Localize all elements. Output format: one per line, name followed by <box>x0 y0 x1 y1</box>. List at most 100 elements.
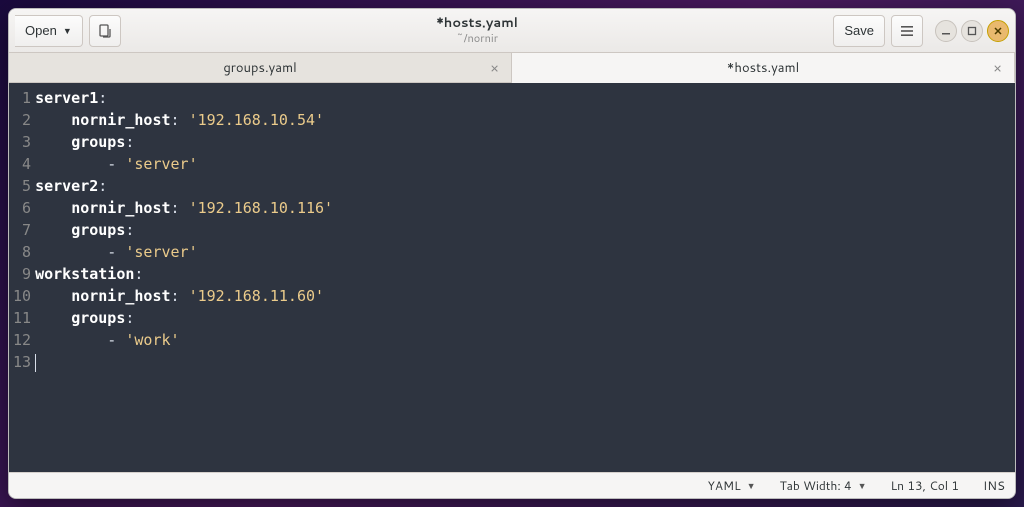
code-token: '192.168.10.54' <box>189 111 324 129</box>
code-token: - <box>35 243 125 261</box>
code-token: nornir_host <box>71 199 170 217</box>
close-button[interactable] <box>987 20 1009 42</box>
gutter-line: 13 <box>13 351 31 373</box>
code-token: : <box>98 177 107 195</box>
code-token: - <box>35 331 125 349</box>
code-line[interactable]: workstation: <box>35 263 1015 285</box>
code-line[interactable]: - 'server' <box>35 241 1015 263</box>
line-gutter: 12345678910111213 <box>9 83 35 472</box>
gutter-line: 3 <box>13 131 31 153</box>
code-line[interactable]: groups: <box>35 219 1015 241</box>
code-line[interactable]: server1: <box>35 87 1015 109</box>
status-bar: YAML ▼ Tab Width: 4 ▼ Ln 13, Col 1 INS <box>9 472 1015 498</box>
code-token <box>35 309 71 327</box>
code-line[interactable]: - 'server' <box>35 153 1015 175</box>
close-icon <box>993 26 1003 36</box>
editor-area[interactable]: 12345678910111213 server1: nornir_host: … <box>9 83 1015 472</box>
dropdown-icon: ▼ <box>858 479 867 492</box>
open-button[interactable]: Open ▼ <box>15 15 83 47</box>
code-token: : <box>171 287 189 305</box>
code-token: nornir_host <box>71 111 170 129</box>
minimize-icon <box>941 26 951 36</box>
minimize-button[interactable] <box>935 20 957 42</box>
hamburger-icon <box>900 24 914 38</box>
gutter-line: 1 <box>13 87 31 109</box>
tab-width-selector[interactable]: Tab Width: 4 ▼ <box>780 477 867 494</box>
language-label: YAML <box>707 477 740 494</box>
gutter-line: 4 <box>13 153 31 175</box>
code-line[interactable]: groups: <box>35 131 1015 153</box>
code-content[interactable]: server1: nornir_host: '192.168.10.54' gr… <box>35 83 1015 472</box>
code-token: : <box>98 89 107 107</box>
gutter-line: 6 <box>13 197 31 219</box>
window-subtitle-text: ~/nornir <box>127 32 828 45</box>
maximize-icon <box>967 26 977 36</box>
chevron-down-icon: ▼ <box>63 26 72 36</box>
code-token <box>35 221 71 239</box>
code-token: 'work' <box>125 331 179 349</box>
dropdown-icon: ▼ <box>747 479 756 492</box>
code-line[interactable]: server2: <box>35 175 1015 197</box>
code-token <box>35 133 71 151</box>
code-token: : <box>171 111 189 129</box>
tab-label: *hosts.yaml <box>727 59 799 77</box>
tab-close-icon[interactable]: × <box>989 56 1006 80</box>
save-button[interactable]: Save <box>833 15 885 47</box>
language-selector[interactable]: YAML ▼ <box>707 477 755 494</box>
code-token: groups <box>71 221 125 239</box>
tab-close-icon[interactable]: × <box>486 56 503 80</box>
tab-label: groups.yaml <box>223 59 296 77</box>
code-line[interactable]: nornir_host: '192.168.11.60' <box>35 285 1015 307</box>
code-line[interactable]: nornir_host: '192.168.10.116' <box>35 197 1015 219</box>
code-token: server2 <box>35 177 98 195</box>
new-document-icon <box>97 23 113 39</box>
gutter-line: 12 <box>13 329 31 351</box>
tab-width-label: Tab Width: 4 <box>780 477 852 494</box>
code-token: '192.168.10.116' <box>189 199 334 217</box>
code-token: workstation <box>35 265 134 283</box>
code-token <box>35 199 71 217</box>
tab-bar: groups.yaml × *hosts.yaml × <box>9 53 1015 83</box>
code-token: nornir_host <box>71 287 170 305</box>
insert-mode[interactable]: INS <box>983 477 1005 494</box>
maximize-button[interactable] <box>961 20 983 42</box>
tab-0[interactable]: groups.yaml × <box>9 53 512 82</box>
save-button-label: Save <box>844 23 874 38</box>
text-cursor <box>35 354 36 372</box>
gutter-line: 5 <box>13 175 31 197</box>
open-button-label: Open <box>25 23 57 38</box>
code-token: : <box>171 199 189 217</box>
editor-window: Open ▼ *hosts.yaml ~/nornir Save <box>8 8 1016 499</box>
code-token: '192.168.11.60' <box>189 287 324 305</box>
gutter-line: 8 <box>13 241 31 263</box>
titlebar: Open ▼ *hosts.yaml ~/nornir Save <box>9 9 1015 53</box>
window-title: *hosts.yaml ~/nornir <box>127 16 828 45</box>
code-line[interactable]: nornir_host: '192.168.10.54' <box>35 109 1015 131</box>
code-line[interactable]: - 'work' <box>35 329 1015 351</box>
code-line[interactable] <box>35 351 1015 373</box>
code-token: groups <box>71 133 125 151</box>
code-token: : <box>125 221 134 239</box>
gutter-line: 7 <box>13 219 31 241</box>
cursor-position-label: Ln 13, Col 1 <box>891 477 959 494</box>
code-token <box>35 111 71 129</box>
window-controls <box>935 20 1009 42</box>
code-token: - <box>35 155 125 173</box>
code-token: 'server' <box>125 243 197 261</box>
new-tab-button[interactable] <box>89 15 121 47</box>
tab-1[interactable]: *hosts.yaml × <box>512 53 1015 83</box>
code-token: groups <box>71 309 125 327</box>
menu-button[interactable] <box>891 15 923 47</box>
cursor-position[interactable]: Ln 13, Col 1 <box>891 477 959 494</box>
gutter-line: 11 <box>13 307 31 329</box>
code-token: server1 <box>35 89 98 107</box>
gutter-line: 2 <box>13 109 31 131</box>
code-token: 'server' <box>125 155 197 173</box>
code-token <box>35 287 71 305</box>
code-token: : <box>125 309 134 327</box>
open-button-group: Open ▼ <box>15 15 83 47</box>
code-token: : <box>125 133 134 151</box>
gutter-line: 9 <box>13 263 31 285</box>
insert-mode-label: INS <box>983 477 1005 494</box>
code-line[interactable]: groups: <box>35 307 1015 329</box>
